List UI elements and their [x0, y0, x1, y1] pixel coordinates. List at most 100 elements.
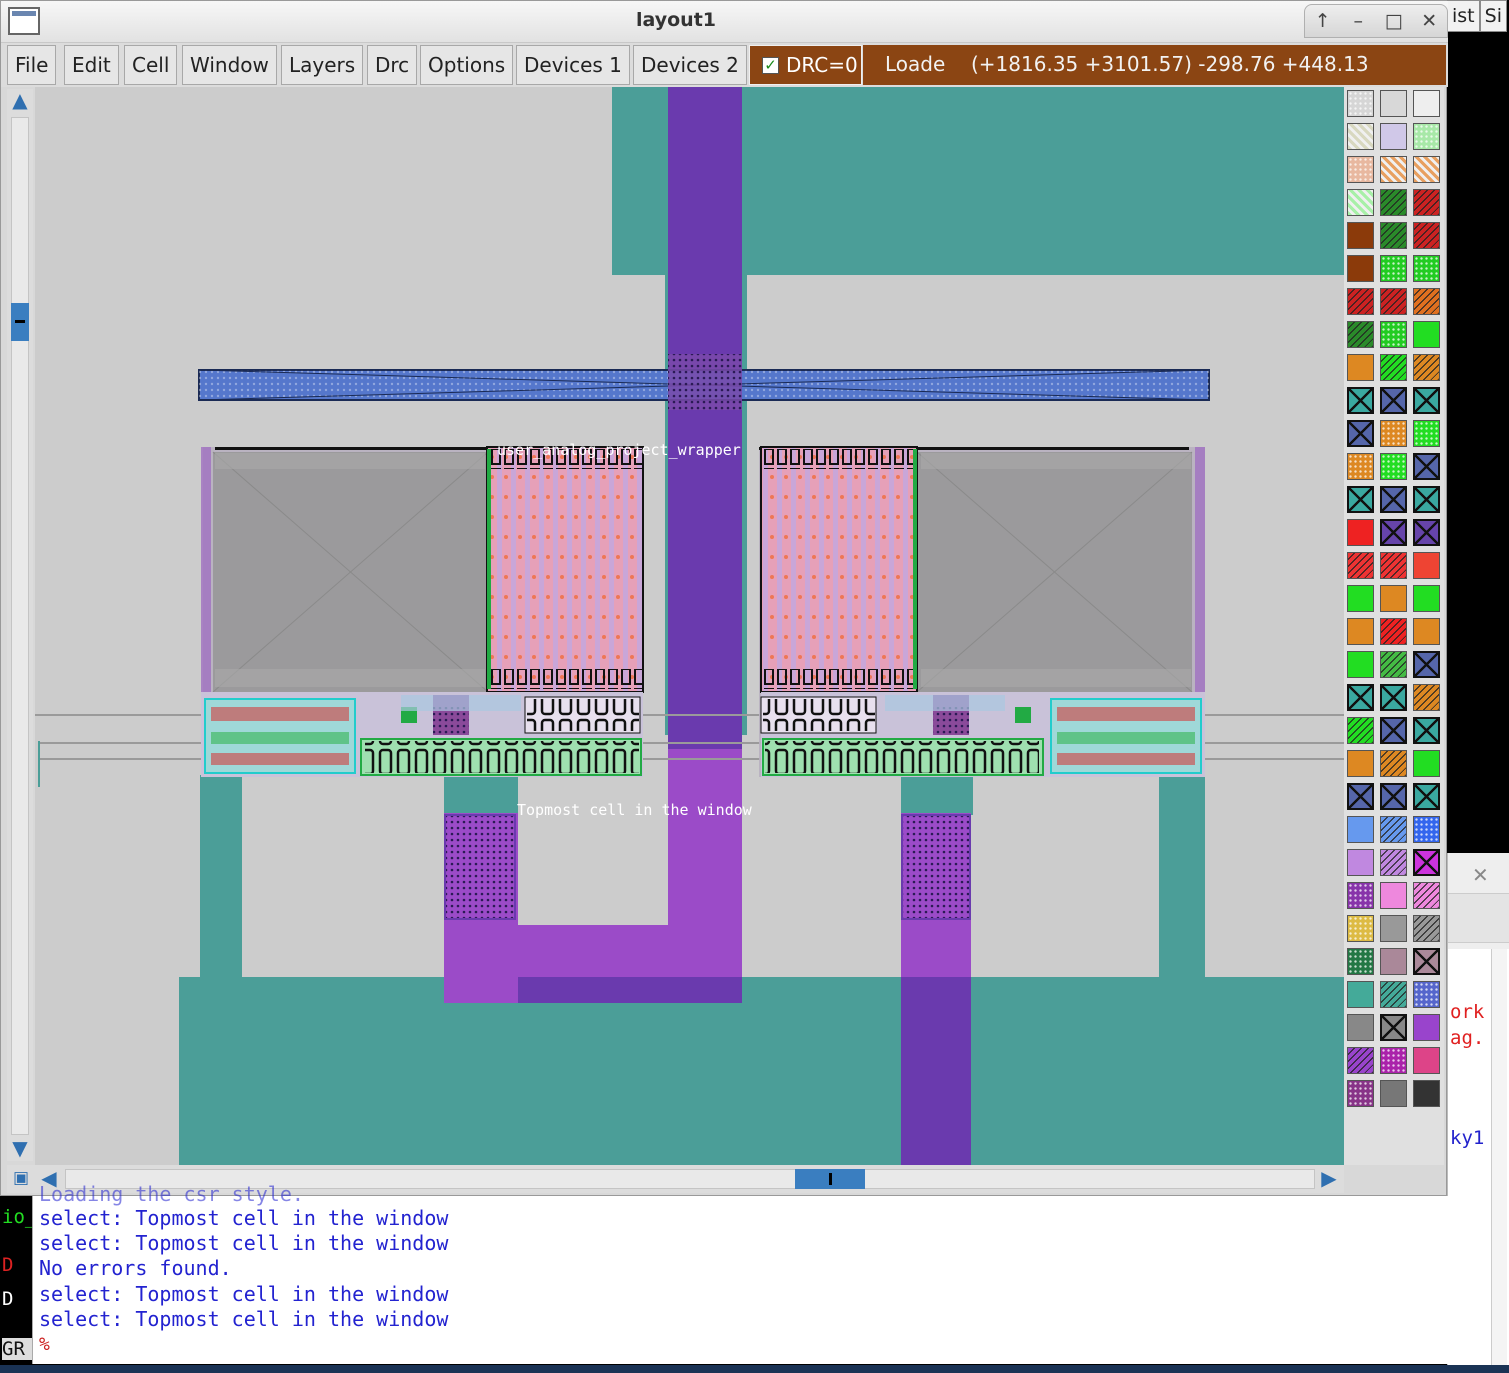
menu-layers[interactable]: Layers [281, 45, 364, 85]
layer-swatch[interactable] [1413, 90, 1440, 117]
layer-swatch[interactable] [1413, 189, 1440, 216]
layer-swatch[interactable] [1380, 552, 1407, 579]
layer-swatch[interactable] [1380, 420, 1407, 447]
layer-swatch[interactable] [1380, 123, 1407, 150]
layer-swatch[interactable] [1413, 387, 1440, 414]
scroll-down-icon[interactable]: ▼ [9, 1137, 31, 1161]
zoom-box-icon[interactable]: ▣ [9, 1167, 33, 1191]
layer-swatch[interactable] [1380, 783, 1407, 810]
layer-swatch[interactable] [1347, 750, 1374, 777]
menu-drc[interactable]: Drc [367, 45, 418, 85]
layer-swatch[interactable] [1347, 1014, 1374, 1041]
layer-swatch[interactable] [1380, 849, 1407, 876]
menu-file[interactable]: File [7, 45, 57, 85]
layer-swatch[interactable] [1347, 783, 1374, 810]
scroll-thumb[interactable] [795, 1169, 865, 1189]
raise-icon[interactable]: ↑ [1308, 6, 1338, 36]
layer-swatch[interactable] [1413, 816, 1440, 843]
layer-swatch[interactable] [1413, 717, 1440, 744]
console-prompt[interactable]: % [39, 1334, 50, 1355]
layer-swatch[interactable] [1413, 981, 1440, 1008]
layer-swatch[interactable] [1347, 321, 1374, 348]
layer-swatch[interactable] [1380, 222, 1407, 249]
layer-swatch[interactable] [1347, 90, 1374, 117]
layer-swatch[interactable] [1380, 750, 1407, 777]
background-tab[interactable]: Si [1479, 0, 1507, 32]
layer-swatch[interactable] [1380, 387, 1407, 414]
drc-toggle[interactable]: ✓ DRC=0 [749, 45, 862, 85]
layer-swatch[interactable] [1347, 585, 1374, 612]
layer-swatch[interactable] [1347, 123, 1374, 150]
layer-swatch[interactable] [1413, 849, 1440, 876]
layer-swatch[interactable] [1413, 1047, 1440, 1074]
layer-swatch[interactable] [1413, 750, 1440, 777]
layer-swatch[interactable] [1347, 948, 1374, 975]
layer-swatch[interactable] [1380, 816, 1407, 843]
layer-swatch[interactable] [1347, 288, 1374, 315]
layer-swatch[interactable] [1380, 1014, 1407, 1041]
layer-swatch[interactable] [1347, 420, 1374, 447]
layer-swatch[interactable] [1380, 255, 1407, 282]
layer-swatch[interactable] [1347, 981, 1374, 1008]
layer-swatch[interactable] [1347, 651, 1374, 678]
scroll-right-icon[interactable]: ▶ [1317, 1167, 1341, 1191]
scroll-thumb[interactable] [11, 303, 29, 341]
layer-swatch[interactable] [1347, 387, 1374, 414]
scroll-track[interactable] [11, 117, 29, 1135]
layer-swatch[interactable] [1347, 552, 1374, 579]
menu-edit[interactable]: Edit [64, 45, 119, 85]
layer-swatch[interactable] [1413, 420, 1440, 447]
layer-swatch[interactable] [1347, 717, 1374, 744]
layer-swatch[interactable] [1413, 288, 1440, 315]
title-bar[interactable]: layout1 ↑ – □ ✕ [1, 1, 1448, 43]
layer-swatch[interactable] [1380, 651, 1407, 678]
layer-swatch[interactable] [1380, 1080, 1407, 1107]
layer-swatch[interactable] [1347, 354, 1374, 381]
layer-swatch[interactable] [1380, 717, 1407, 744]
close-icon[interactable]: ✕ [1414, 6, 1444, 36]
layer-swatch[interactable] [1380, 90, 1407, 117]
layer-swatch[interactable] [1413, 585, 1440, 612]
checkbox-icon[interactable]: ✓ [762, 57, 779, 74]
layer-swatch[interactable] [1380, 585, 1407, 612]
layer-swatch[interactable] [1413, 1014, 1440, 1041]
layer-swatch[interactable] [1347, 618, 1374, 645]
layer-swatch[interactable] [1413, 948, 1440, 975]
layer-swatch[interactable] [1347, 882, 1374, 909]
layer-swatch[interactable] [1380, 189, 1407, 216]
layer-swatch[interactable] [1413, 882, 1440, 909]
layout-drawing[interactable] [35, 87, 1344, 1165]
layer-swatch[interactable] [1413, 321, 1440, 348]
layer-swatch[interactable] [1380, 618, 1407, 645]
layer-swatch[interactable] [1380, 948, 1407, 975]
layer-swatch[interactable] [1413, 1080, 1440, 1107]
layer-swatch[interactable] [1413, 123, 1440, 150]
layer-swatch[interactable] [1380, 321, 1407, 348]
layer-swatch[interactable] [1413, 519, 1440, 546]
vertical-scrollbar[interactable]: ▲ ▼ [7, 89, 33, 1161]
layer-swatch[interactable] [1413, 255, 1440, 282]
layer-swatch[interactable] [1347, 816, 1374, 843]
menu-devices-1[interactable]: Devices 1 [516, 45, 630, 85]
menu-options[interactable]: Options [420, 45, 514, 85]
menu-devices-2[interactable]: Devices 2 [633, 45, 747, 85]
tcl-console[interactable]: Loading the csr style. select: Topmost c… [32, 1182, 1482, 1364]
layer-swatch[interactable] [1413, 354, 1440, 381]
layer-swatch[interactable] [1413, 915, 1440, 942]
background-scrollbar[interactable] [1491, 949, 1507, 1365]
close-icon[interactable]: ✕ [1472, 863, 1489, 887]
menu-cell[interactable]: Cell [124, 45, 178, 85]
layer-swatch[interactable] [1380, 453, 1407, 480]
layer-swatch[interactable] [1380, 354, 1407, 381]
minimize-icon[interactable]: – [1343, 6, 1373, 36]
layer-swatch[interactable] [1347, 453, 1374, 480]
layer-swatch[interactable] [1413, 783, 1440, 810]
layer-swatch[interactable] [1347, 519, 1374, 546]
layer-swatch[interactable] [1347, 1080, 1374, 1107]
layer-swatch[interactable] [1347, 255, 1374, 282]
layer-swatch[interactable] [1380, 519, 1407, 546]
layer-swatch[interactable] [1347, 486, 1374, 513]
layer-swatch[interactable] [1380, 882, 1407, 909]
maximize-icon[interactable]: □ [1379, 6, 1409, 36]
layer-swatch[interactable] [1413, 684, 1440, 711]
